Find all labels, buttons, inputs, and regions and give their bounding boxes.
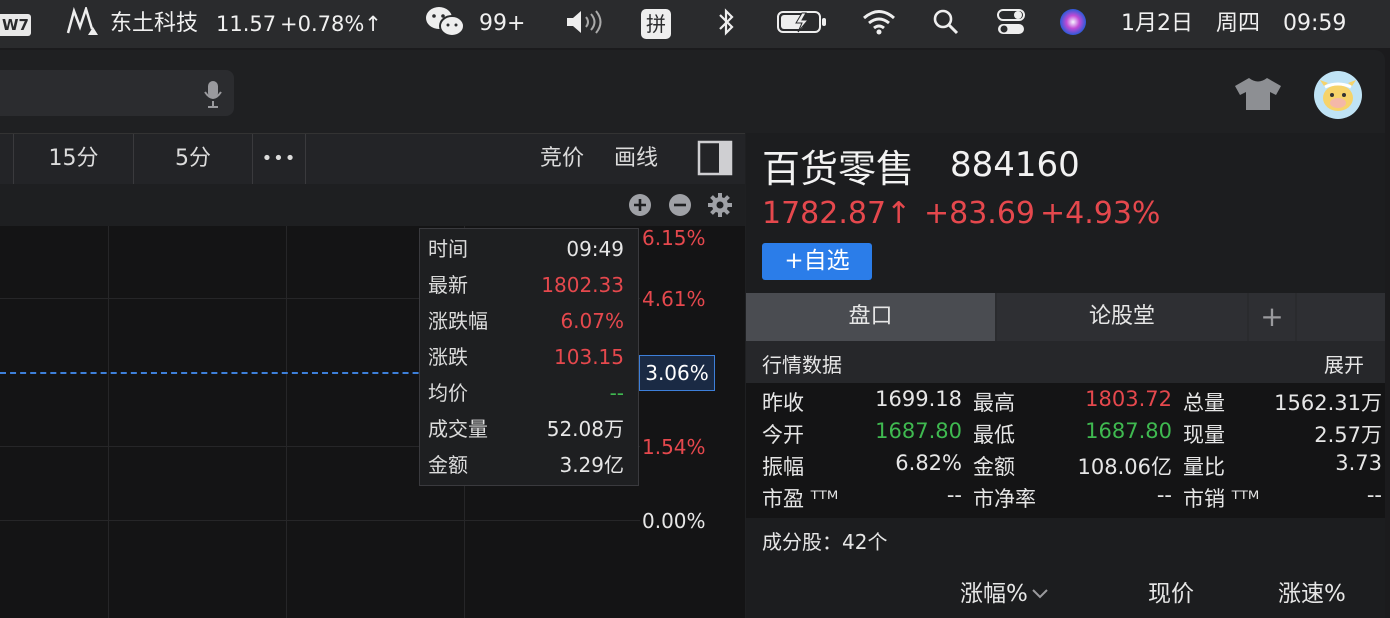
quote-value: 1803.72 [1085,387,1172,411]
zoom-in-icon[interactable] [628,193,652,221]
stock-ticker-icon[interactable] [64,0,100,48]
quote-label: 量比 [1183,455,1225,479]
quote-label: 市销 ᵀᵀᴹ [1183,487,1260,511]
quote-label: 金额 [973,455,1015,479]
skin-theme-icon[interactable] [1233,76,1283,116]
ticker-stock-change: +0.78%↑ [280,12,382,36]
period-tab-5min[interactable]: 5分 [134,134,253,184]
siri-icon[interactable] [1058,0,1088,48]
expand-button[interactable]: 展开 [1324,349,1364,378]
stock-name: 百货零售 [762,147,915,191]
chart-period-toolbar: 15分 5分 ••• 竞价 画线 [0,133,745,185]
bluetooth-icon[interactable] [716,0,736,48]
bid-auction-button[interactable]: 竞价 [540,134,584,184]
tooltip-row: 涨跌 103.15 [428,345,624,369]
stock-change-pct: +4.93% [1040,196,1161,231]
menu-bar: W7 东土科技 11.57 +0.78%↑ 99+ 拼 1月2日 周四 09:5… [0,0,1390,48]
quote-value: 3.73 [1335,451,1382,475]
menubar-weekday[interactable]: 周四 [1216,0,1260,48]
pct-axis-label: 1.54% [642,435,706,459]
tooltip-row: 最新 1802.33 [428,273,624,297]
component-count: 成分股：42个 [762,530,888,554]
period-tab-15min[interactable]: 15分 [14,134,134,184]
stock-price: 1782.87↑ [762,196,912,231]
quote-value: -- [1156,483,1172,507]
quote-label: 总量 [1183,391,1225,415]
quote-label: 最高 [973,391,1015,415]
quote-label: 昨收 [762,391,804,415]
menubar-date[interactable]: 1月2日 [1121,0,1193,48]
tab-pankou[interactable]: 盘口 [746,293,995,341]
sort-by-change-header[interactable]: 涨幅% [960,574,1050,608]
quote-section-title: 行情数据 [762,353,842,377]
add-tab-button[interactable]: + [1249,293,1295,341]
tooltip-row: 均价 -- [428,381,624,405]
chart-header [0,184,745,226]
quote-value: 2.57万 [1314,423,1382,447]
wechat-count: 99+ [479,11,526,36]
user-avatar[interactable] [1313,70,1363,124]
stock-change: +83.69 [924,196,1036,231]
tooltip-row: 涨跌幅 6.07% [428,309,624,333]
quote-value: 1687.80 [1085,419,1172,443]
quote-value: 1562.31万 [1274,391,1382,415]
quote-label: 现量 [1183,423,1225,447]
toggle-panel-icon[interactable] [697,140,733,180]
quote-value: 108.06亿 [1077,455,1172,479]
draw-line-button[interactable]: 画线 [614,134,658,184]
ticker-stock-price: 11.57 [216,12,277,36]
grid-line [286,226,287,618]
spotlight-search-icon[interactable] [932,0,960,48]
pct-axis-label: 6.15% [642,226,706,250]
speed-header[interactable]: 涨速% [1278,574,1346,608]
price-header[interactable]: 现价 [1148,574,1194,608]
quote-value: 6.82% [895,451,962,475]
period-tab-hidden[interactable] [0,134,14,184]
grid-line [108,226,109,618]
quote-label: 市净率 [973,487,1036,511]
wechat-icon[interactable] [424,0,466,48]
crosshair-pct-label: 3.06% [639,355,715,391]
chart-settings-gear-icon[interactable] [707,192,733,222]
app-badge[interactable]: W7 [0,0,31,48]
battery-icon[interactable] [776,0,828,48]
add-watchlist-button[interactable]: +自选 [762,243,872,280]
wifi-icon[interactable] [862,0,896,48]
quote-label: 振幅 [762,455,804,479]
chart-tooltip: 时间 09:49 最新 1802.33 涨跌幅 6.07% 涨跌 103.15 均价 --… [419,228,639,486]
grid-line [0,520,640,521]
quote-value: 1699.18 [875,387,962,411]
chevron-down-icon [1032,589,1048,599]
tab-empty [1297,293,1385,341]
tooltip-row: 成交量 52.08万 [428,417,624,441]
input-method-icon[interactable]: 拼 [641,0,673,48]
quote-label: 市盈 ᵀᵀᴹ [762,487,839,511]
quote-value: -- [946,483,962,507]
quote-section-header: 行情数据 展开 [746,341,1385,383]
menubar-time[interactable]: 09:59 [1283,0,1346,48]
pct-axis-label: 4.61% [642,287,706,311]
control-center-icon[interactable] [996,0,1026,48]
more-periods-button[interactable]: ••• [253,134,306,184]
component-list-header: 涨幅% 现价 涨速% [746,560,1385,618]
zoom-out-icon[interactable] [668,193,692,221]
detail-tabbar: 盘口 论股堂 + [746,293,1385,341]
search-input[interactable] [0,70,234,116]
quote-value: -- [1366,483,1382,507]
ticker-stock-name[interactable]: 东土科技 [110,0,198,48]
tooltip-row: 金额 3.29亿 [428,453,624,477]
tooltip-row: 时间 09:49 [428,237,624,261]
volume-icon[interactable] [565,0,603,48]
quote-label: 今开 [762,423,804,447]
microphone-icon[interactable] [203,79,223,113]
quote-value: 1687.80 [875,419,962,443]
stock-code: 884160 [950,145,1080,185]
quote-label: 最低 [973,423,1015,447]
pct-axis-label: 0.00% [642,509,706,533]
tab-forum[interactable]: 论股堂 [997,293,1247,341]
